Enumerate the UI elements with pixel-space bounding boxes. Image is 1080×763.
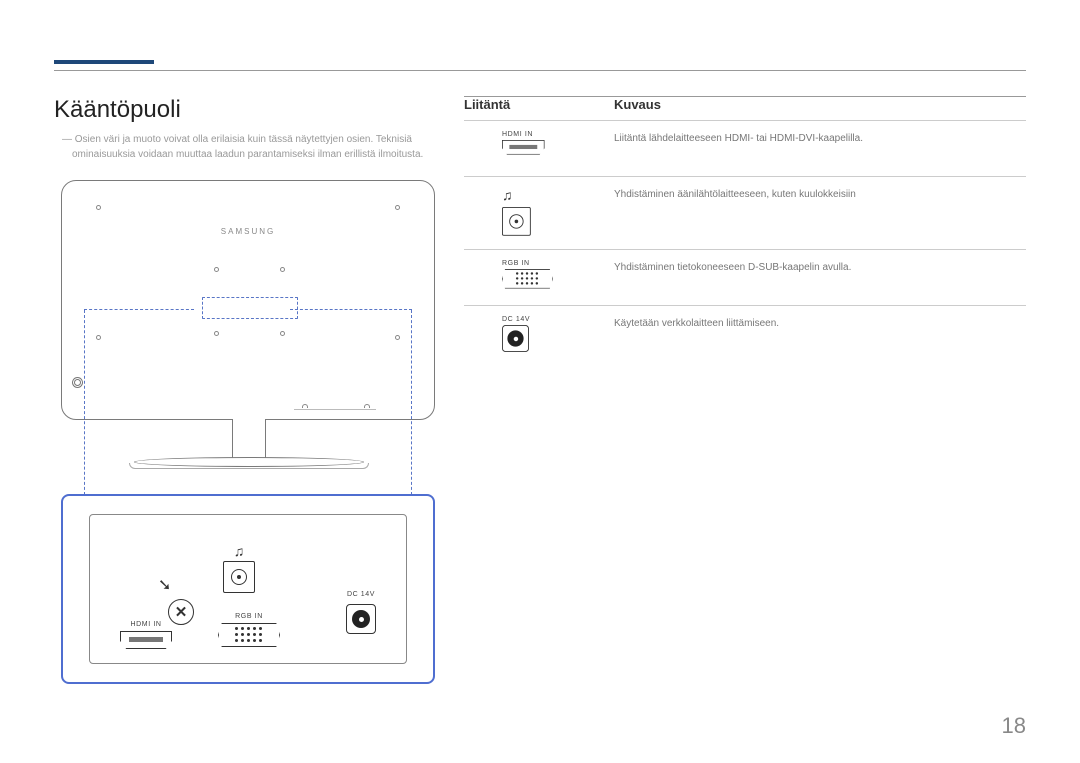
port-description-table: Liitäntä Kuvaus HDMI IN Liitäntä lähdelai… — [464, 96, 1026, 365]
port-label: RGB IN — [502, 260, 530, 267]
table-row: DC 14V Käytetään verkkolaitteen liittämis… — [464, 305, 1026, 365]
headphone-port-group: ♫ — [223, 543, 255, 593]
callout-dashed-line — [411, 310, 412, 500]
column-header-port: Liitäntä — [464, 97, 614, 112]
port-cell: RGB IN — [464, 260, 614, 293]
port-label: HDMI IN — [120, 621, 172, 628]
port-description: Yhdistäminen tietokoneeseen D-SUB-kaapel… — [614, 260, 1026, 273]
dc-jack-icon — [502, 325, 529, 352]
cable-hook-icon — [364, 404, 370, 408]
io-panel-highlight — [202, 297, 298, 319]
port-label: DC 14V — [346, 591, 376, 598]
port-cell: ♫ — [464, 187, 614, 239]
audio-jack-icon — [223, 561, 255, 593]
port-cell: HDMI IN — [464, 131, 614, 158]
vesa-hole-icon — [280, 331, 285, 336]
hdmi-port-group: HDMI IN — [120, 621, 172, 649]
right-column: Liitäntä Kuvaus HDMI IN Liitäntä lähdelai… — [464, 96, 1026, 700]
page-number: 18 — [1002, 713, 1026, 739]
audio-jack-icon — [502, 207, 531, 236]
callout-dashed-line — [290, 309, 412, 310]
vesa-hole-icon — [214, 331, 219, 336]
monitor-rear-outline: SAMSUNG — [61, 180, 435, 420]
table-header-row: Liitäntä Kuvaus — [464, 97, 1026, 118]
disclaimer-text: Osien väri ja muoto voivat olla erilaisi… — [54, 132, 444, 162]
port-label: HDMI IN — [502, 131, 533, 138]
vesa-hole-icon — [280, 267, 285, 272]
callout-dashed-line — [84, 309, 194, 310]
vga-port-icon — [218, 623, 280, 647]
port-zoom-panel: ➘ ✕ HDMI IN ♫ RGB IN — [61, 494, 435, 684]
manual-page: Kääntöpuoli Osien väri ja muoto voivat o… — [0, 0, 1080, 763]
vga-port-group: RGB IN — [218, 613, 280, 647]
dc-jack-icon — [346, 604, 376, 634]
screw-icon — [96, 335, 101, 340]
cable-track-icon — [294, 409, 376, 410]
hdmi-port-icon — [502, 140, 545, 155]
header-rule — [54, 70, 1026, 71]
table-row: ♫ Yhdistäminen äänilähtölaitteeseen, kute… — [464, 176, 1026, 249]
column-header-description: Kuvaus — [614, 97, 661, 112]
section-heading: Kääntöpuoli — [54, 96, 444, 124]
section-accent-bar — [54, 60, 154, 64]
screw-icon — [96, 205, 101, 210]
callout-dashed-line — [84, 310, 85, 500]
port-description: Liitäntä lähdelaitteeseen HDMI- tai HDMI… — [614, 131, 1026, 144]
left-column: Kääntöpuoli Osien väri ja muoto voivat o… — [54, 96, 444, 700]
headphone-icon: ♫ — [223, 543, 255, 559]
port-label: DC 14V — [502, 316, 530, 323]
dc-port-group: DC 14V — [346, 591, 376, 634]
cable-hook-icon — [302, 404, 308, 408]
vga-port-icon — [502, 269, 553, 289]
vesa-hole-icon — [214, 267, 219, 272]
stand-base-edge — [129, 463, 369, 469]
insert-direction-arrow-icon: ➘ — [158, 575, 171, 595]
port-label: RGB IN — [218, 613, 280, 620]
screw-icon — [395, 335, 400, 340]
headphone-icon: ♫ — [502, 187, 513, 203]
port-zoom-inner: ➘ ✕ HDMI IN ♫ RGB IN — [89, 514, 407, 664]
port-description: Käytetään verkkolaitteen liittämiseen. — [614, 316, 1026, 329]
hdmi-port-icon — [120, 631, 172, 649]
table-row: HDMI IN Liitäntä lähdelaitteeseen HDMI- t… — [464, 120, 1026, 176]
jog-button-icon — [72, 377, 83, 388]
port-description: Yhdistäminen äänilähtölaitteeseen, kuten… — [614, 187, 1026, 200]
table-row: RGB IN Yhdistäminen tietokoneeseen D-SUB-… — [464, 249, 1026, 305]
screw-icon — [395, 205, 400, 210]
brand-logo: SAMSUNG — [221, 227, 275, 236]
stand-neck — [232, 419, 266, 459]
rear-illustration: SAMSUNG — [54, 170, 444, 700]
port-cell: DC 14V — [464, 316, 614, 355]
